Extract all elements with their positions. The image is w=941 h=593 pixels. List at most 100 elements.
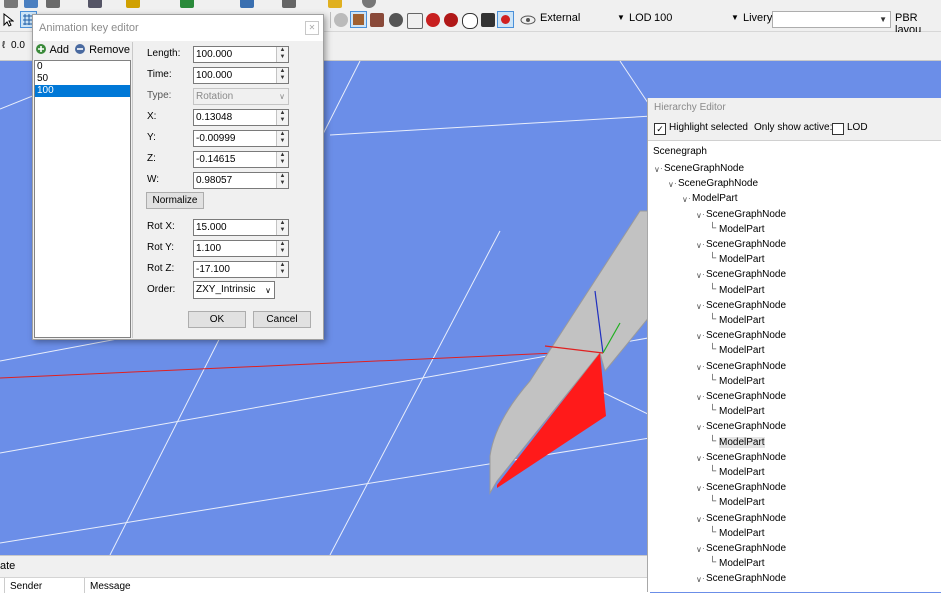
- tree-node[interactable]: ModelPart: [719, 528, 765, 539]
- expand-toggle-icon[interactable]: ∨: [682, 195, 688, 204]
- axis-icon[interactable]: [407, 13, 423, 29]
- cursor-icon[interactable]: [2, 13, 14, 27]
- textured-view-button[interactable]: [350, 11, 367, 28]
- tree-node[interactable]: ModelPart: [719, 376, 765, 387]
- expand-toggle-icon[interactable]: ∨: [696, 302, 702, 311]
- expand-toggle-icon[interactable]: ∨: [696, 454, 702, 463]
- tree-node[interactable]: ModelPart: [719, 345, 765, 356]
- y-input[interactable]: -0.00999 ▲ ▼: [193, 130, 289, 147]
- tree-node[interactable]: SceneGraphNode: [706, 209, 786, 220]
- tree-node[interactable]: ModelPart: [719, 558, 765, 569]
- tree-node[interactable]: SceneGraphNode: [706, 482, 786, 493]
- dialog-titlebar[interactable]: Animation key editor ✕: [33, 15, 323, 41]
- rot-x-input[interactable]: 15.000 ▲ ▼: [193, 219, 289, 236]
- eye-icon[interactable]: [520, 15, 536, 25]
- tree-node[interactable]: SceneGraphNode: [706, 330, 786, 341]
- hierarchy-editor-titlebar[interactable]: Hierarchy Editor: [648, 98, 941, 118]
- add-key-button[interactable]: Add: [35, 43, 69, 56]
- ok-button[interactable]: OK: [188, 311, 246, 328]
- sender-column-header[interactable]: Sender: [10, 581, 42, 592]
- view-mode-chevron-icon[interactable]: ▼: [617, 13, 625, 22]
- rot-z-spinner[interactable]: ▲ ▼: [276, 262, 288, 277]
- expand-toggle-icon[interactable]: ∨: [654, 165, 660, 174]
- list-item[interactable]: 0: [35, 61, 130, 73]
- link-icon[interactable]: [240, 0, 254, 8]
- material-icon[interactable]: [370, 13, 384, 27]
- tree-node[interactable]: ModelPart: [719, 315, 765, 326]
- lod-checkbox[interactable]: [832, 123, 844, 135]
- tree-node[interactable]: ModelPart: [719, 467, 765, 478]
- tree-node[interactable]: SceneGraphNode: [706, 452, 786, 463]
- expand-toggle-icon[interactable]: ∨: [696, 545, 702, 554]
- copy-icon[interactable]: [88, 0, 102, 8]
- message-column-header[interactable]: Message: [90, 581, 131, 592]
- tree-node[interactable]: SceneGraphNode: [706, 513, 786, 524]
- tree-node[interactable]: SceneGraphNode: [706, 573, 786, 584]
- lod-chevron-icon[interactable]: ▼: [731, 13, 739, 22]
- save-icon[interactable]: [24, 0, 38, 8]
- livery-dropdown[interactable]: ▼: [772, 11, 891, 28]
- rot-y-spinner[interactable]: ▲ ▼: [276, 241, 288, 256]
- expand-toggle-icon[interactable]: ∨: [696, 241, 702, 250]
- w-input[interactable]: 0.98057 ▲ ▼: [193, 172, 289, 189]
- settings-icon[interactable]: [362, 0, 376, 8]
- ball-red-icon[interactable]: [426, 13, 440, 27]
- sphere-icon[interactable]: [334, 13, 348, 27]
- length-input[interactable]: 100.000 ▲ ▼: [193, 46, 289, 63]
- x-spinner[interactable]: ▲ ▼: [276, 110, 288, 125]
- expand-toggle-icon[interactable]: ∨: [696, 271, 702, 280]
- expand-toggle-icon[interactable]: ∨: [696, 484, 702, 493]
- expand-toggle-icon[interactable]: ∨: [696, 211, 702, 220]
- pin-icon[interactable]: [46, 0, 60, 8]
- list-item[interactable]: 50: [35, 73, 130, 85]
- length-spinner[interactable]: ▲ ▼: [276, 47, 288, 62]
- remove-key-button[interactable]: Remove: [74, 43, 130, 56]
- highlight-selected-checkbox[interactable]: ✓: [654, 123, 666, 135]
- rot-z-input[interactable]: -17.100 ▲ ▼: [193, 261, 289, 278]
- expand-toggle-icon[interactable]: ∨: [696, 423, 702, 432]
- y-spinner[interactable]: ▲ ▼: [276, 131, 288, 146]
- z-spinner[interactable]: ▲ ▼: [276, 152, 288, 167]
- bulb-icon[interactable]: [328, 0, 342, 8]
- tree-node[interactable]: ModelPart: [719, 497, 765, 508]
- teapot-button[interactable]: [497, 11, 514, 28]
- order-dropdown[interactable]: ZXY_Intrinsic ∨: [193, 281, 275, 299]
- x-input[interactable]: 0.13048 ▲ ▼: [193, 109, 289, 126]
- tree-node[interactable]: ModelPart: [719, 436, 765, 448]
- ball-dark-icon[interactable]: [444, 13, 458, 27]
- time-input[interactable]: 100.000 ▲ ▼: [193, 67, 289, 84]
- view-mode-dropdown[interactable]: External: [540, 12, 580, 24]
- bird-icon[interactable]: [481, 13, 495, 27]
- shading-icon[interactable]: [389, 13, 403, 27]
- monitor-icon[interactable]: [282, 0, 296, 8]
- folder-icon[interactable]: [126, 0, 140, 8]
- z-input[interactable]: -0.14615 ▲ ▼: [193, 151, 289, 168]
- list-item-selected[interactable]: 100: [35, 85, 130, 97]
- tree-node[interactable]: ModelPart: [719, 254, 765, 265]
- tree-node[interactable]: SceneGraphNode: [706, 361, 786, 372]
- expand-toggle-icon[interactable]: ∨: [668, 180, 674, 189]
- expand-toggle-icon[interactable]: ∨: [696, 332, 702, 341]
- expand-toggle-icon[interactable]: ∨: [696, 363, 702, 372]
- open-icon[interactable]: [4, 0, 18, 8]
- expand-toggle-icon[interactable]: ∨: [696, 575, 702, 584]
- expand-toggle-icon[interactable]: ∨: [696, 515, 702, 524]
- time-spinner[interactable]: ▲ ▼: [276, 68, 288, 83]
- close-icon[interactable]: ✕: [305, 21, 319, 35]
- tree-node[interactable]: SceneGraphNode: [706, 300, 786, 311]
- tree-node[interactable]: SceneGraphNode: [706, 269, 786, 280]
- tree-node[interactable]: SceneGraphNode: [706, 421, 786, 432]
- tree-node[interactable]: SceneGraphNode: [706, 239, 786, 250]
- tree-node[interactable]: ModelPart: [719, 224, 765, 235]
- tree-node[interactable]: SceneGraphNode: [664, 163, 744, 174]
- tree-node[interactable]: SceneGraphNode: [678, 178, 758, 189]
- rot-y-input[interactable]: 1.100 ▲ ▼: [193, 240, 289, 257]
- globe-icon[interactable]: [180, 0, 194, 8]
- checker-icon[interactable]: [462, 13, 478, 29]
- normalize-button[interactable]: Normalize: [146, 192, 204, 209]
- rot-x-spinner[interactable]: ▲ ▼: [276, 220, 288, 235]
- cancel-button[interactable]: Cancel: [253, 311, 311, 328]
- key-list[interactable]: 0 50 100: [34, 60, 131, 338]
- expand-toggle-icon[interactable]: ∨: [696, 393, 702, 402]
- lod-dropdown[interactable]: 100: [654, 12, 672, 24]
